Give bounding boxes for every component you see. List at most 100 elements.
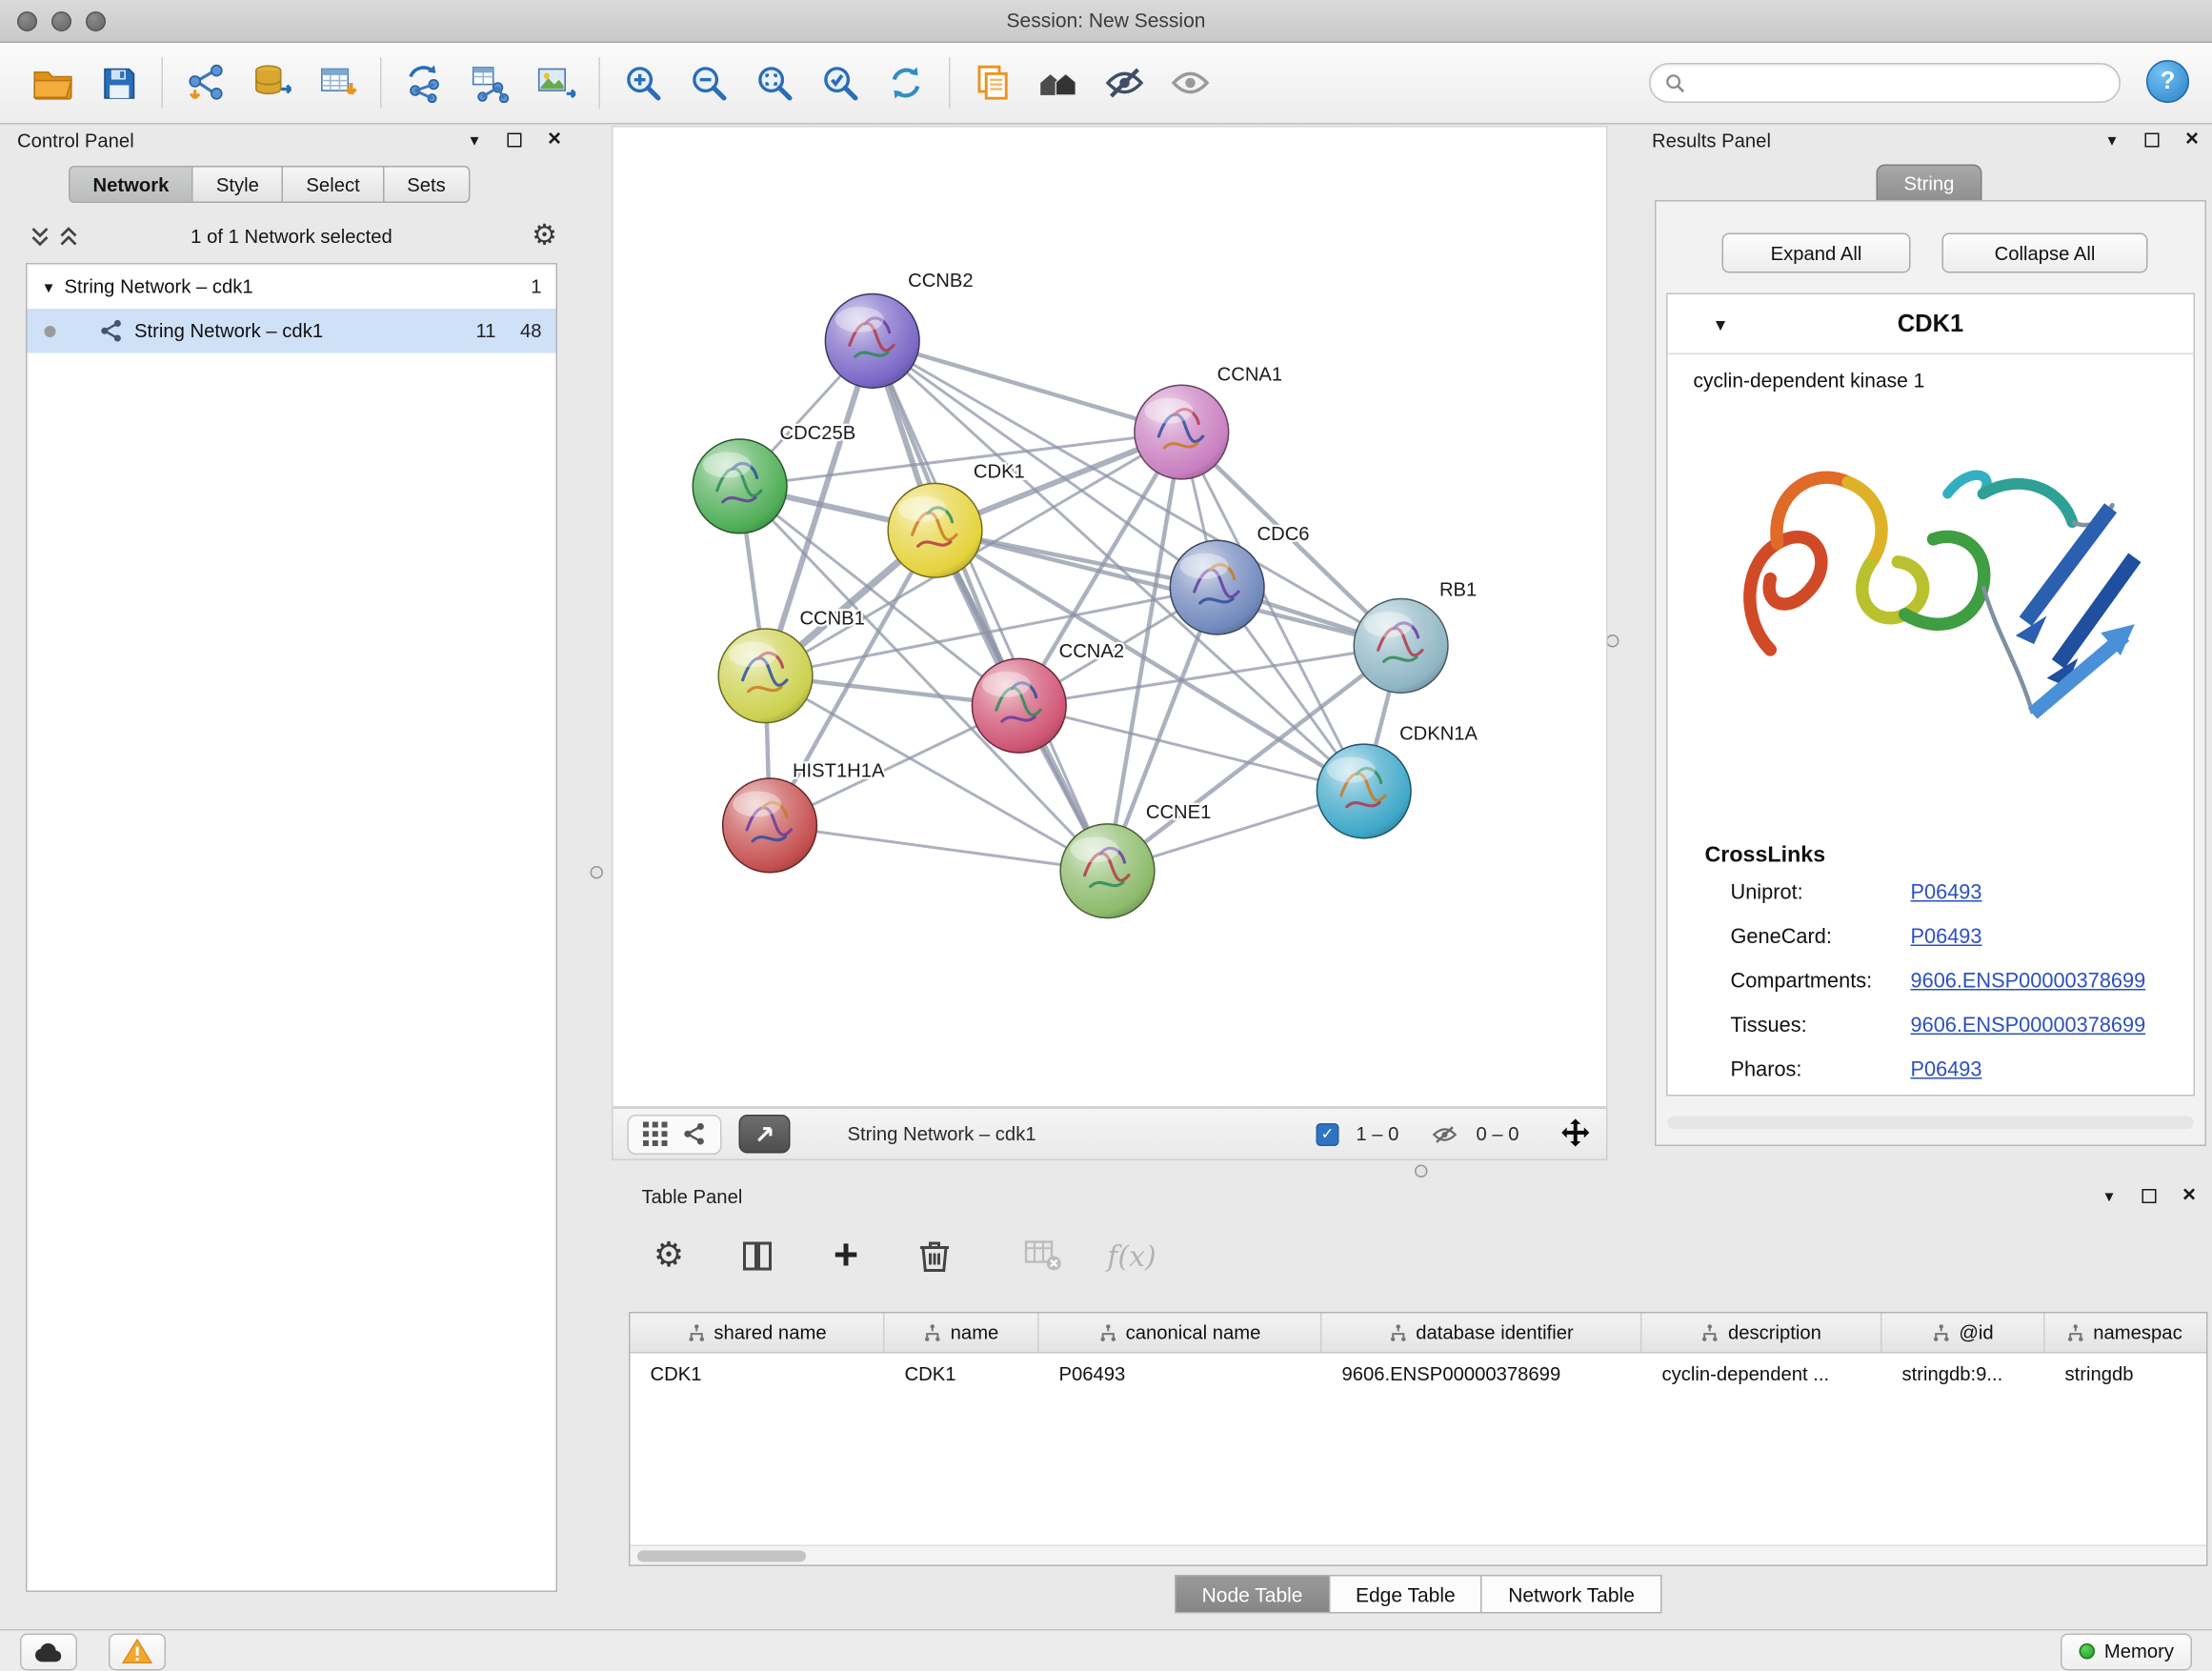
network-from-selection-button[interactable]: [392, 50, 457, 116]
left-splitter-handle[interactable]: [591, 866, 604, 879]
control-panel-close-button[interactable]: ×: [540, 129, 569, 151]
column-header-database-identifier[interactable]: database identifier: [1322, 1314, 1642, 1353]
crosslink-tissues-link[interactable]: 9606.ENSP00000378699: [1911, 1015, 2146, 1037]
save-session-button[interactable]: [86, 50, 151, 116]
import-network-from-database-button[interactable]: [239, 50, 305, 116]
results-panel-close-button[interactable]: ×: [2178, 129, 2206, 151]
crosslink-pharos-link[interactable]: P06493: [1911, 1059, 1982, 1082]
network-node-hist1h1a[interactable]: [723, 778, 817, 873]
scrollbar-thumb[interactable]: [637, 1551, 806, 1562]
selected-checkbox-icon[interactable]: ✓: [1316, 1122, 1338, 1145]
tree-expander-icon[interactable]: ▾: [45, 276, 53, 296]
warnings-button[interactable]: [109, 1633, 166, 1670]
zoom-selected-button[interactable]: [808, 50, 874, 116]
network-graph[interactable]: CCNB2CCNA1CDC25BCDK1CDC6RB1CCNB1CCNA2CDK…: [613, 128, 1607, 1107]
table-row[interactable]: CDK1 CDK1 P06493 9606.ENSP00000378699 cy…: [631, 1354, 2207, 1394]
network-options-gear-icon[interactable]: ⚙: [532, 222, 557, 251]
network-node-ccna2[interactable]: [972, 658, 1066, 753]
minimize-window-button[interactable]: [51, 11, 71, 31]
network-node-cdc25b[interactable]: [693, 439, 787, 534]
results-panel-collapse-button[interactable]: ▾: [2098, 129, 2126, 151]
add-column-button[interactable]: +: [822, 1232, 871, 1280]
column-header-shared-name[interactable]: shared name: [631, 1314, 885, 1353]
cell-shared-name[interactable]: CDK1: [631, 1362, 885, 1384]
network-view-canvas[interactable]: CCNB2CCNA1CDC25BCDK1CDC6RB1CCNB1CCNA2CDK…: [612, 126, 1608, 1108]
column-header-name[interactable]: name: [885, 1314, 1039, 1353]
tab-style[interactable]: Style: [193, 166, 284, 203]
network-view-icon[interactable]: [682, 1122, 707, 1147]
table-panel-close-button[interactable]: ×: [2175, 1185, 2203, 1208]
tab-edge-table[interactable]: Edge Table: [1330, 1575, 1482, 1614]
right-splitter-handle[interactable]: [1606, 634, 1619, 648]
table-settings-gear-icon[interactable]: ⚙: [645, 1232, 694, 1280]
show-all-button[interactable]: [1157, 50, 1223, 116]
apply-layout-button[interactable]: [874, 50, 939, 116]
network-edge[interactable]: [770, 825, 1107, 871]
cell-namespace[interactable]: stringdb: [2045, 1362, 2204, 1384]
hidden-eye-slash-icon[interactable]: [1430, 1121, 1458, 1147]
crosslink-uniprot-link[interactable]: P06493: [1911, 882, 1982, 905]
gene-section-expander-icon[interactable]: ▾: [1717, 313, 1725, 333]
hide-selected-button[interactable]: [1092, 50, 1157, 116]
cell-id[interactable]: stringdb:9...: [1882, 1362, 2045, 1384]
bottom-splitter-handle[interactable]: [1415, 1165, 1428, 1178]
cloud-status-button[interactable]: [20, 1633, 77, 1670]
cell-description[interactable]: cyclin-dependent ...: [1642, 1362, 1882, 1384]
column-header-description[interactable]: description: [1642, 1314, 1882, 1353]
home-button[interactable]: [1026, 50, 1092, 116]
network-node-ccne1[interactable]: [1060, 824, 1155, 918]
zoom-out-button[interactable]: [676, 50, 742, 116]
table-horizontal-scrollbar[interactable]: [631, 1545, 2207, 1565]
table-panel-collapse-button[interactable]: ▾: [2095, 1185, 2123, 1208]
function-builder-button[interactable]: f(x): [1108, 1232, 1156, 1280]
expand-all-networks-button[interactable]: [54, 225, 83, 248]
network-row[interactable]: String Network – cdk1 11 48: [28, 309, 556, 353]
annotation-copy-button[interactable]: [960, 50, 1026, 116]
move-tool-icon[interactable]: [1559, 1117, 1593, 1151]
cell-name[interactable]: CDK1: [885, 1362, 1039, 1384]
tab-network-table[interactable]: Network Table: [1482, 1575, 1661, 1614]
open-session-button[interactable]: [20, 50, 86, 116]
table-panel-float-button[interactable]: [2135, 1185, 2163, 1208]
tab-string[interactable]: String: [1877, 165, 1982, 202]
network-node-rb1[interactable]: [1354, 599, 1448, 694]
crosslink-genecard-link[interactable]: P06493: [1911, 926, 1982, 949]
zoom-in-button[interactable]: [611, 50, 676, 116]
network-edge[interactable]: [873, 341, 1182, 433]
results-panel-float-button[interactable]: [2138, 129, 2166, 151]
collapse-all-button[interactable]: Collapse All: [1942, 233, 2148, 273]
tab-network[interactable]: Network: [69, 166, 193, 203]
network-node-cdc6[interactable]: [1170, 540, 1264, 634]
clear-table-button[interactable]: [1019, 1232, 1068, 1280]
network-collection-row[interactable]: ▾ String Network – cdk1 1: [28, 265, 556, 310]
import-table-button[interactable]: [305, 50, 371, 116]
show-columns-button[interactable]: [734, 1232, 782, 1280]
grid-view-icon[interactable]: [643, 1122, 668, 1147]
tab-sets[interactable]: Sets: [384, 166, 470, 203]
zoom-fit-button[interactable]: [742, 50, 808, 116]
cell-canonical-name[interactable]: P06493: [1039, 1362, 1322, 1384]
control-panel-collapse-button[interactable]: ▾: [460, 129, 489, 151]
network-node-ccnb1[interactable]: [718, 629, 813, 723]
search-input[interactable]: [1695, 72, 2105, 94]
tab-node-table[interactable]: Node Table: [1175, 1575, 1330, 1614]
cell-database-identifier[interactable]: 9606.ENSP00000378699: [1322, 1362, 1642, 1384]
network-table-button[interactable]: [457, 50, 523, 116]
export-image-button[interactable]: [523, 50, 589, 116]
import-network-button[interactable]: [173, 50, 239, 116]
control-panel-float-button[interactable]: [500, 129, 529, 151]
network-node-cdkn1a[interactable]: [1317, 744, 1411, 838]
network-edge[interactable]: [873, 341, 1108, 871]
column-header-canonical-name[interactable]: canonical name: [1039, 1314, 1322, 1353]
expand-all-button[interactable]: Expand All: [1722, 233, 1911, 273]
network-node-ccnb2[interactable]: [825, 293, 919, 388]
collapse-all-networks-button[interactable]: [26, 225, 54, 248]
column-header-namespace[interactable]: namespac: [2045, 1314, 2204, 1353]
detach-view-button[interactable]: [739, 1115, 791, 1154]
column-header-id[interactable]: @id: [1882, 1314, 2045, 1353]
help-button[interactable]: ?: [2146, 60, 2189, 103]
tab-select[interactable]: Select: [283, 166, 384, 203]
maximize-window-button[interactable]: [86, 11, 106, 31]
delete-column-button[interactable]: [911, 1232, 959, 1280]
memory-button[interactable]: Memory: [2061, 1633, 2192, 1670]
